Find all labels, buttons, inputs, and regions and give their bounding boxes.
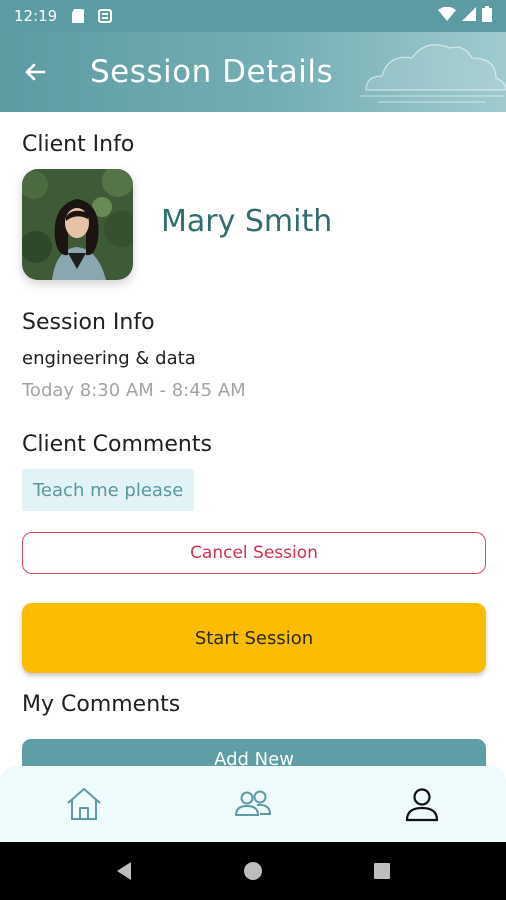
wifi-icon — [438, 6, 456, 25]
arrow-back-icon — [25, 63, 46, 81]
nav-home[interactable] — [44, 774, 124, 834]
session-details-content: Client Info Mary Smith Session Info engi… — [0, 112, 506, 766]
profile-icon — [405, 788, 438, 822]
bottom-nav — [0, 766, 506, 842]
group-icon — [234, 790, 271, 816]
page-title: Session Details — [90, 54, 334, 90]
start-session-button[interactable]: Start Session — [22, 603, 486, 673]
add-new-comment-button[interactable]: Add New — [22, 739, 486, 766]
circle-home-icon — [243, 862, 262, 880]
status-time: 12:19 — [14, 7, 58, 25]
triangle-back-icon — [117, 862, 132, 880]
square-recents-icon — [373, 863, 390, 879]
back-button[interactable] — [0, 32, 70, 112]
session-topic: engineering & data — [22, 348, 196, 369]
sd-card-icon — [71, 8, 85, 24]
app-bar: Session Details — [0, 32, 506, 112]
app-notification-icon — [97, 8, 113, 24]
client-comments-title: Client Comments — [22, 432, 212, 457]
cancel-session-button[interactable]: Cancel Session — [22, 532, 486, 574]
client-info-title: Client Info — [22, 132, 135, 157]
session-time: Today 8:30 AM - 8:45 AM — [22, 380, 246, 401]
client-avatar — [22, 169, 133, 280]
battery-icon — [482, 6, 492, 26]
nav-clients[interactable] — [213, 774, 293, 834]
session-info-title: Session Info — [22, 310, 155, 335]
client-comment-chip: Teach me please — [22, 469, 195, 511]
system-nav-bar — [0, 842, 506, 900]
signal-icon — [462, 7, 476, 25]
status-bar: 12:19 — [0, 0, 506, 32]
system-back-button[interactable] — [94, 842, 154, 900]
home-icon — [67, 788, 101, 820]
system-home-button[interactable] — [223, 842, 283, 900]
client-name: Mary Smith — [161, 204, 333, 239]
cloud-decoration-icon — [360, 44, 506, 103]
system-recents-button[interactable] — [352, 842, 412, 900]
my-comments-title: My Comments — [22, 692, 181, 717]
nav-profile[interactable] — [382, 774, 462, 834]
